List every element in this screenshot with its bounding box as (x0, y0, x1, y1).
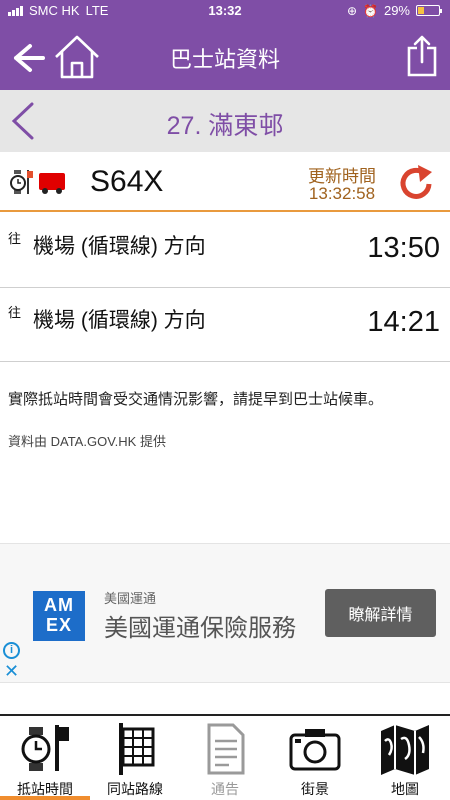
route-number: S64X (90, 165, 164, 198)
data-source: 資料由 DATA.GOV.HK 提供 (8, 434, 166, 449)
ad-info-icon[interactable]: i (3, 642, 20, 659)
tab-notices[interactable]: 通告 (180, 716, 270, 800)
eta-time: 13:50 (367, 232, 440, 264)
eta-destination: 機場 (循環線) 方向 (33, 309, 206, 332)
ad-banner[interactable]: AM EX 美國運通 美國運通保險服務 瞭解詳情 i ✕ (0, 543, 450, 683)
tab-arrival-time[interactable]: 抵站時間 (0, 716, 90, 800)
eta-to-label: 往 (8, 305, 22, 320)
update-time-value: 13:32:58 (308, 184, 376, 203)
status-right: ⊕ ⏰ 29% (346, 3, 442, 18)
tab-label: 地圖 (391, 781, 419, 797)
battery-percent: 29% (383, 3, 410, 18)
camera-icon (289, 729, 341, 771)
ad-brand: 美國運通 (104, 591, 157, 606)
tab-street-view[interactable]: 街景 (270, 716, 360, 800)
tab-label: 街景 (301, 781, 329, 797)
nav-bar: 巴士站資料 (0, 22, 450, 90)
map-icon (381, 725, 429, 775)
amex-logo-line1: AM (44, 595, 74, 615)
route-icons (10, 168, 66, 198)
watch-stop-icon (10, 170, 33, 194)
eta-time: 14:21 (367, 306, 440, 338)
bus-icon (39, 173, 65, 194)
eta-destination: 機場 (循環線) 方向 (33, 235, 206, 258)
tab-bar: 抵站時間 同站路線 通告 街景 地圖 (0, 714, 450, 800)
eta-row: 往 機場 (循環線) 方向 13:50 (0, 214, 450, 288)
tab-routes-at-stop[interactable]: 同站路線 (90, 716, 180, 800)
ad-headline[interactable]: 美國運通保險服務 (104, 608, 329, 643)
ad-cta-button[interactable]: 瞭解詳情 (325, 589, 436, 637)
page-title: 巴士站資料 (169, 47, 280, 72)
refresh-icon[interactable] (394, 160, 438, 204)
eta-row: 往 機場 (循環線) 方向 14:21 (0, 288, 450, 362)
stop-name: 27. 滿東邨 (166, 112, 284, 140)
alarm-icon: ⏰ (363, 3, 378, 18)
orientation-lock-icon: ⊕ (346, 3, 358, 18)
tab-label: 同站路線 (107, 781, 163, 797)
status-bar: SMC HK LTE 13:32 ⊕ ⏰ 29% (0, 0, 450, 22)
tab-label: 抵站時間 (17, 781, 73, 797)
timetable-icon (119, 723, 155, 775)
tab-label: 通告 (211, 781, 239, 797)
ad-close-icon[interactable]: ✕ (4, 661, 19, 682)
battery-icon (416, 5, 442, 16)
share-icon[interactable] (406, 34, 438, 78)
amex-logo-line2: EX (45, 615, 72, 635)
eta-to-label: 往 (8, 231, 22, 246)
stop-header: 27. 滿東邨 (0, 90, 450, 152)
document-icon (207, 723, 245, 775)
route-row: S64X 更新時間 13:32:58 (0, 152, 450, 212)
watch-stop-icon (21, 725, 69, 771)
arrival-notice: 實際抵站時間會受交通情況影響，請提早到巴士站候車。 (8, 391, 384, 408)
amex-logo[interactable]: AM EX (33, 591, 85, 641)
tab-map[interactable]: 地圖 (360, 716, 450, 800)
